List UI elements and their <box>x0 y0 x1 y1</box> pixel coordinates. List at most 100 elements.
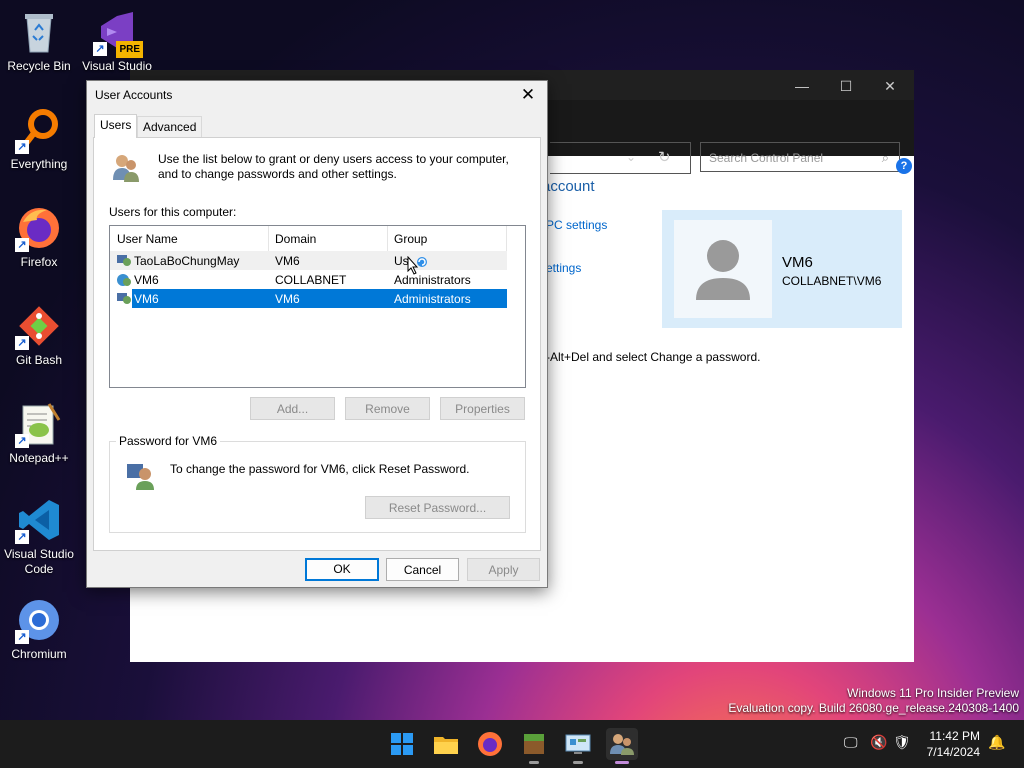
taskbar-firefox[interactable] <box>474 728 506 760</box>
column-divider[interactable] <box>268 226 269 251</box>
column-group[interactable]: Group <box>394 232 427 246</box>
desktop-icon-everything[interactable]: ↗ Everything <box>2 106 76 172</box>
table-row-selected[interactable]: VM6 VM6 Administrators <box>132 289 507 308</box>
users-group-icon <box>110 152 142 184</box>
help-icon[interactable]: ? <box>896 158 912 174</box>
users-tab-panel: Use the list below to grant or deny user… <box>93 137 541 551</box>
volume-icon[interactable]: 🔇 <box>870 734 887 751</box>
windows-logo-icon <box>391 733 413 755</box>
password-group: Password for VM6 To change the password … <box>109 434 526 533</box>
desktop-icon-vscode[interactable]: ↗ Visual Studio Code <box>2 496 76 577</box>
address-bar[interactable]: ⌄ ↻ <box>550 142 691 174</box>
desktop-icon-visual-studio[interactable]: PRE ↗ Visual Studio 2022 P... <box>80 8 154 74</box>
desktop-icon-notepad-plus-plus[interactable]: ↗ Notepad++ <box>2 400 76 466</box>
desktop-icon-label: Everything <box>10 157 68 171</box>
desktop-icon-chromium[interactable]: ↗ Chromium <box>2 596 76 662</box>
user-accounts-dialog: User Accounts ✕ Users Advanced Use the l… <box>86 80 548 588</box>
desktop-icon-recycle-bin[interactable]: Recycle Bin <box>2 8 76 74</box>
users-list[interactable]: User Name Domain Group TaoLaBoChungMay V… <box>109 225 526 388</box>
ok-button[interactable]: OK <box>305 558 379 581</box>
properties-button[interactable]: Properties <box>440 397 525 420</box>
desktop-icon-git-bash[interactable]: ↗ Git Bash <box>2 302 76 368</box>
shortcut-arrow-icon: ↗ <box>15 434 29 448</box>
close-icon[interactable]: ✕ <box>515 83 541 107</box>
column-user-name[interactable]: User Name <box>117 232 178 246</box>
pc-settings-link[interactable]: PC settings <box>546 218 607 232</box>
search-placeholder: Search Control Panel <box>709 151 824 165</box>
intro-text: Use the list below to grant or deny user… <box>158 152 509 181</box>
chromium-icon: ↗ <box>15 596 63 644</box>
row-user-name: TaoLaBoChungMay <box>134 254 240 268</box>
search-icon: ⌕ <box>881 150 889 165</box>
clock[interactable]: 11:42 PM 7/14/2024 <box>927 728 980 760</box>
user-icon <box>116 253 132 269</box>
notification-bell-icon[interactable]: 🔔 <box>988 734 1005 751</box>
close-icon[interactable]: ✕ <box>870 76 910 96</box>
user-icon <box>116 291 132 307</box>
clock-date: 7/14/2024 <box>926 745 980 759</box>
row-group: Administrators <box>394 273 471 287</box>
desktop-icon-label: Firefox <box>20 255 58 269</box>
notepad-plus-plus-icon: ↗ <box>15 400 63 448</box>
battery-icon[interactable]: 🛡 <box>893 734 911 751</box>
settings-link[interactable]: ettings <box>546 261 581 275</box>
page-heading: account <box>542 178 595 195</box>
start-button[interactable] <box>386 728 418 760</box>
shortcut-arrow-icon: ↗ <box>15 630 29 644</box>
row-user-name: VM6 <box>134 292 159 306</box>
row-domain: VM6 <box>275 254 300 268</box>
chevron-down-icon[interactable]: ⌄ <box>626 150 636 164</box>
tab-advanced[interactable]: Advanced <box>137 116 203 138</box>
network-icon[interactable]: 🖵 <box>844 734 858 751</box>
desktop-icon-firefox[interactable]: ↗ Firefox <box>2 204 76 270</box>
desktop-icon-label: Chromium <box>11 647 67 661</box>
dialog-title: User Accounts <box>95 88 173 102</box>
taskbar-minecraft[interactable] <box>518 728 550 764</box>
taskbar-file-explorer[interactable] <box>430 728 462 760</box>
search-input[interactable]: Search Control Panel ⌕ <box>700 142 900 172</box>
recycle-bin-icon <box>15 8 63 56</box>
visual-studio-icon: PRE ↗ <box>93 8 143 58</box>
column-divider[interactable] <box>387 226 388 251</box>
busy-cursor-icon <box>407 255 431 278</box>
grass-block-icon <box>524 734 544 754</box>
desktop-icon-label: Visual Studio Code <box>4 547 74 576</box>
running-indicator <box>573 761 583 764</box>
table-row[interactable]: TaoLaBoChungMay VM6 Us <box>110 251 507 270</box>
reset-password-button[interactable]: Reset Password... <box>365 496 510 519</box>
table-row[interactable]: VM6 COLLABNET Administrators <box>110 270 507 289</box>
user-icon <box>116 272 132 288</box>
column-domain[interactable]: Domain <box>275 232 316 246</box>
password-group-legend: Password for VM6 <box>116 434 221 448</box>
shortcut-arrow-icon: ↗ <box>15 238 29 252</box>
shortcut-arrow-icon: ↗ <box>93 42 107 56</box>
git-bash-icon: ↗ <box>15 302 63 350</box>
user-card: VM6 COLLABNET\VM6 <box>662 210 902 328</box>
minimize-icon[interactable]: — <box>782 76 822 96</box>
maximize-icon[interactable]: ☐ <box>826 76 866 96</box>
cancel-button[interactable]: Cancel <box>386 558 459 581</box>
watermark-line-1: Windows 11 Pro Insider Preview <box>847 686 1019 700</box>
taskbar: 🖵 🔇 🛡 11:42 PM 7/14/2024 🔔 <box>0 720 1024 768</box>
user-card-domain: COLLABNET\VM6 <box>782 274 882 288</box>
pre-badge: PRE <box>116 41 143 58</box>
shortcut-arrow-icon: ↗ <box>15 140 29 154</box>
active-indicator <box>615 761 629 764</box>
apply-button[interactable]: Apply <box>467 558 540 581</box>
change-password-hint: -Alt+Del and select Change a password. <box>546 350 761 364</box>
running-indicator <box>529 761 539 764</box>
remove-button[interactable]: Remove <box>345 397 430 420</box>
add-button[interactable]: Add... <box>250 397 335 420</box>
user-avatar <box>674 220 772 318</box>
taskbar-user-accounts[interactable] <box>606 728 638 764</box>
everything-icon: ↗ <box>15 106 63 154</box>
refresh-icon[interactable]: ↻ <box>658 148 671 166</box>
column-divider[interactable] <box>506 226 507 251</box>
control-panel-icon <box>565 734 591 754</box>
tab-users[interactable]: Users <box>94 114 138 138</box>
row-domain: VM6 <box>275 292 300 306</box>
user-password-icon <box>125 460 157 492</box>
user-card-name: VM6 <box>782 254 813 271</box>
taskbar-control-panel[interactable] <box>562 728 594 764</box>
users-icon <box>610 734 634 755</box>
